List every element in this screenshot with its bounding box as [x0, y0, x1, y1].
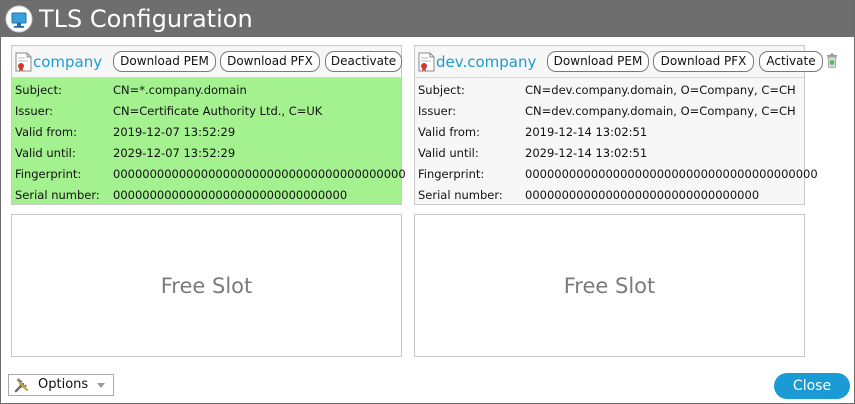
- field-label: Issuer:: [15, 104, 54, 118]
- field-value: 2019-12-14 13:02:51: [525, 125, 648, 139]
- serial-number-row: Serial number: 0000000000000000000000000…: [12, 185, 401, 206]
- free-slot-label: Free Slot: [160, 274, 253, 298]
- field-value: 2029-12-07 13:52:29: [113, 146, 236, 160]
- certificate-details: Subject: CN=dev.company.domain, O=Compan…: [415, 80, 818, 206]
- field-value: CN=*.company.domain: [113, 83, 247, 97]
- field-value: 2019-12-07 13:52:29: [113, 125, 236, 139]
- field-value: 00000000000000000000000000000000: [113, 188, 348, 202]
- options-label: Options: [38, 377, 89, 392]
- field-value: CN=dev.company.domain, O=Company, C=CH: [525, 83, 796, 97]
- activate-button[interactable]: Activate: [759, 51, 823, 72]
- tools-icon: [14, 378, 29, 393]
- issuer-row: Issuer: CN=Certificate Authority Ltd., C…: [12, 101, 401, 122]
- field-label: Issuer:: [418, 104, 457, 118]
- close-button[interactable]: Close: [774, 373, 850, 399]
- field-label: Valid until:: [418, 146, 479, 160]
- certificate-name: dev.company: [436, 53, 537, 71]
- field-value: CN=dev.company.domain, O=Company, C=CH: [525, 104, 796, 118]
- field-label: Fingerprint:: [418, 167, 485, 181]
- download-pem-button[interactable]: Download PEM: [113, 51, 216, 72]
- field-label: Serial number:: [15, 188, 100, 202]
- certificate-header: dev.company Download PEM Download PFX Ac…: [415, 46, 823, 78]
- free-slot-label: Free Slot: [563, 274, 656, 298]
- download-pfx-button[interactable]: Download PFX: [220, 51, 320, 72]
- field-value: CN=Certificate Authority Ltd., C=UK: [113, 104, 323, 118]
- certificate-icon: [418, 52, 435, 72]
- field-value: 0000000000000000000000000000000000000000: [525, 167, 818, 181]
- certificate-header: company Download PEM Download PFX Deacti…: [12, 46, 402, 78]
- download-pem-button[interactable]: Download PEM: [547, 51, 649, 72]
- field-value: 2029-12-14 13:02:51: [525, 146, 648, 160]
- field-label: Valid from:: [15, 125, 78, 139]
- field-label: Subject:: [15, 83, 62, 97]
- field-value: 0000000000000000000000000000000000000000: [113, 167, 406, 181]
- deactivate-button[interactable]: Deactivate: [325, 51, 402, 72]
- valid-until-row: Valid until: 2029-12-14 13:02:51: [415, 143, 804, 164]
- chevron-down-icon: [97, 383, 105, 388]
- field-label: Subject:: [418, 83, 465, 97]
- serial-number-row: Serial number: 0000000000000000000000000…: [415, 185, 804, 206]
- trash-icon[interactable]: [826, 53, 838, 68]
- valid-from-row: Valid from: 2019-12-07 13:52:29: [12, 122, 401, 143]
- field-label: Fingerprint:: [15, 167, 82, 181]
- valid-until-row: Valid until: 2029-12-07 13:52:29: [12, 143, 401, 164]
- monitor-icon: [5, 5, 33, 33]
- issuer-row: Issuer: CN=dev.company.domain, O=Company…: [415, 101, 804, 122]
- field-label: Valid from:: [418, 125, 481, 139]
- certificate-name: company: [33, 53, 103, 71]
- field-label: Valid until:: [15, 146, 76, 160]
- certificate-icon: [15, 52, 32, 72]
- certificate-details: Subject: CN=*.company.domain Issuer: CN=…: [12, 80, 406, 206]
- certificate-card-company: company Download PEM Download PFX Deacti…: [11, 45, 406, 206]
- free-slot[interactable]: Free Slot: [11, 214, 402, 357]
- field-label: Serial number:: [418, 188, 503, 202]
- tls-configuration-window: TLS Configuration company Download PEM D…: [0, 0, 855, 404]
- field-value: 00000000000000000000000000000000: [525, 188, 760, 202]
- valid-from-row: Valid from: 2019-12-14 13:02:51: [415, 122, 804, 143]
- title-bar: TLS Configuration: [1, 1, 854, 37]
- window-title: TLS Configuration: [39, 5, 253, 33]
- certificate-card-dev-company: dev.company Download PEM Download PFX Ac…: [414, 45, 837, 206]
- subject-row: Subject: CN=dev.company.domain, O=Compan…: [415, 80, 804, 101]
- options-dropdown[interactable]: Options: [8, 374, 114, 396]
- subject-row: Subject: CN=*.company.domain: [12, 80, 401, 101]
- fingerprint-row: Fingerprint: 000000000000000000000000000…: [12, 164, 406, 185]
- download-pfx-button[interactable]: Download PFX: [653, 51, 754, 72]
- free-slot[interactable]: Free Slot: [414, 214, 805, 357]
- fingerprint-row: Fingerprint: 000000000000000000000000000…: [415, 164, 818, 185]
